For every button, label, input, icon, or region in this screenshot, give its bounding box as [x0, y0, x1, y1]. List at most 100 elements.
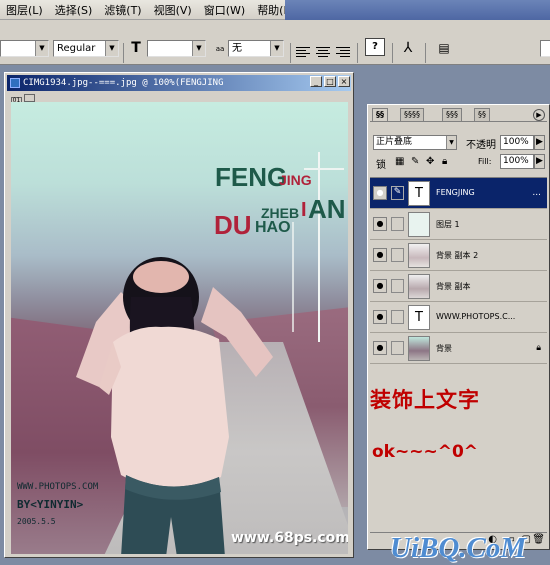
layers-palette: §§ §§§§ §§§ §§ ▶ 正片叠底 ▼ 不透明 100% ▶ 锁 ▦ ✎…: [367, 104, 550, 550]
font-style-value: Regular: [57, 43, 96, 54]
link-box[interactable]: [391, 279, 404, 293]
logo-hao: HAO: [255, 219, 291, 236]
layer-thumb: [408, 274, 430, 299]
layer-name: 背景: [436, 344, 452, 353]
antialias-select[interactable]: 无 ▼: [228, 40, 284, 57]
menu-filter[interactable]: 滤镜(T): [98, 2, 147, 18]
lock-image-icon[interactable]: ✎: [411, 156, 419, 167]
logo-an: AN: [308, 194, 346, 224]
logo-jing: JING: [279, 172, 312, 188]
photoshop-doc-icon: [10, 78, 20, 88]
lamp-pole: [292, 222, 294, 332]
maximize-button[interactable]: □: [324, 76, 336, 87]
layer-name: FENGJING: [436, 188, 475, 197]
layer-row[interactable]: ● 背景 🔒︎: [370, 333, 547, 364]
lock-transparent-icon[interactable]: ▦: [395, 156, 404, 167]
right-select[interactable]: [540, 40, 550, 57]
link-box[interactable]: [391, 217, 404, 231]
canvas-photo[interactable]: FENG JING ZHEB I AN DU HAO WWW.PHOTOPS.C…: [11, 102, 348, 554]
font-style-select[interactable]: Regular ▼: [53, 40, 119, 57]
link-box[interactable]: [391, 310, 404, 324]
title-strip: [285, 0, 550, 20]
chevron-down-icon: ▼: [35, 41, 48, 56]
brush-icon[interactable]: ✎: [391, 186, 404, 200]
layer-row[interactable]: ● 背景 副本: [370, 271, 547, 302]
menu-window[interactable]: 窗口(W): [198, 2, 251, 18]
minimize-button[interactable]: _: [310, 76, 322, 87]
document-titlebar[interactable]: CIMG1934.jpg--===.jpg @ 100%(FENGJING: [7, 75, 351, 91]
annotation-ok: ok~~~^0^: [372, 442, 479, 462]
eye-icon[interactable]: ●: [373, 217, 387, 231]
opacity-arrow[interactable]: ▶: [534, 135, 545, 150]
help-button[interactable]: ?: [365, 38, 385, 56]
tab-layers[interactable]: §§: [372, 108, 388, 121]
lock-icon: 🔒︎: [536, 343, 541, 353]
palette-tabs: §§ §§§§ §§§ §§ ▶: [370, 107, 547, 122]
menu-layer[interactable]: 图层(L): [0, 2, 49, 18]
align-center-button[interactable]: [316, 45, 330, 59]
layer-row[interactable]: ● ✎ T FENGJING ...: [370, 178, 547, 209]
layer-name: 背景 副本 2: [436, 251, 479, 260]
link-box[interactable]: [391, 341, 404, 355]
layer-row[interactable]: ● 背景 副本 2: [370, 240, 547, 271]
separator: [290, 43, 291, 63]
trash-icon[interactable]: 🗑︎: [532, 534, 545, 545]
align-right-button[interactable]: [336, 45, 350, 59]
watermark-date: 2005.5.5: [17, 517, 56, 526]
separator: [425, 43, 426, 63]
link-box[interactable]: [391, 248, 404, 262]
text-layer-thumb: T: [408, 181, 430, 206]
lock-label: 锁: [376, 160, 386, 171]
lock-all-icon[interactable]: 🔒︎: [442, 156, 447, 167]
blend-mode-select[interactable]: 正片叠底 ▼: [373, 135, 457, 150]
chevron-down-icon: ▼: [105, 41, 118, 56]
tab-history[interactable]: §§: [474, 108, 490, 121]
font-size-icon: T: [131, 40, 141, 56]
eye-icon[interactable]: ●: [373, 248, 387, 262]
lamp-arm: [304, 168, 344, 170]
chevron-down-icon: ▼: [192, 41, 205, 56]
text-layer-thumb: T: [408, 305, 430, 330]
tab-paths[interactable]: §§§: [442, 108, 462, 121]
layer-row[interactable]: ● T WWW.PHOTOPS.C...: [370, 302, 547, 333]
opacity-input[interactable]: 100%: [500, 135, 534, 150]
chevron-down-icon: ▼: [270, 41, 283, 56]
layer-thumb: [408, 212, 430, 237]
options-bar: ▼ Regular ▼ T ▼ aa 无 ▼ ⅄ ▤: [0, 20, 550, 65]
tab-channels[interactable]: §§§§: [400, 108, 424, 121]
opacity-label: 不透明: [466, 140, 496, 151]
palettes-toggle-icon[interactable]: ▤: [436, 40, 452, 57]
font-family-select[interactable]: ▼: [0, 40, 49, 57]
logo-feng: FENG: [215, 162, 288, 192]
layer-fx-indicator: ...: [532, 188, 541, 198]
layer-row[interactable]: ● 图层 1: [370, 209, 547, 240]
eye-icon[interactable]: ●: [373, 310, 387, 324]
chevron-down-icon: ▼: [446, 136, 456, 149]
menu-view[interactable]: 视图(V): [148, 2, 198, 18]
watermark-author: BY<YINYIN>: [17, 498, 84, 511]
align-left-button[interactable]: [296, 45, 310, 59]
site-watermark: UiBQ.CoM: [390, 532, 527, 564]
layer-thumb: [408, 243, 430, 268]
layer-name: 图层 1: [436, 220, 460, 229]
antialias-value: 无: [232, 43, 242, 54]
mask-mode-icon[interactable]: [24, 94, 35, 102]
warp-text-icon[interactable]: ⅄: [400, 40, 416, 57]
fill-label: Fill:: [478, 157, 492, 166]
menu-bar: 图层(L) 选择(S) 滤镜(T) 视图(V) 窗口(W) 帮助(H): [0, 0, 550, 20]
blend-mode-value: 正片叠底: [376, 137, 413, 147]
font-size-select[interactable]: ▼: [147, 40, 206, 57]
eye-icon[interactable]: ●: [373, 186, 387, 200]
fill-input[interactable]: 100%: [500, 154, 534, 169]
close-button[interactable]: ×: [338, 76, 350, 87]
menu-select[interactable]: 选择(S): [49, 2, 99, 18]
annotation-decorate-text: 装饰上文字: [370, 388, 480, 412]
fill-arrow[interactable]: ▶: [534, 154, 545, 169]
eye-icon[interactable]: ●: [373, 341, 387, 355]
separator: [123, 43, 124, 63]
watermark-68ps: www.68ps.com: [231, 530, 348, 546]
document-title: CIMG1934.jpg--===.jpg @ 100%(FENGJING: [23, 78, 224, 88]
eye-icon[interactable]: ●: [373, 279, 387, 293]
palette-menu-button[interactable]: ▶: [533, 109, 545, 121]
lock-position-icon[interactable]: ✥: [426, 156, 434, 167]
